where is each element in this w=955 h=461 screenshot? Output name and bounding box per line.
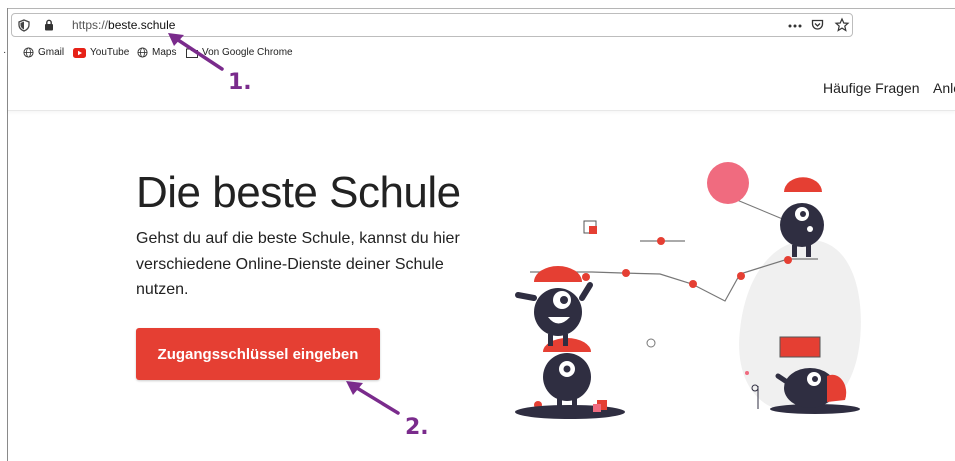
site-header: Häufige Fragen Anle bbox=[8, 64, 955, 111]
enter-access-key-button[interactable]: Zugangsschlüssel eingeben bbox=[136, 328, 380, 380]
balloon-string bbox=[736, 199, 786, 221]
page-actions-icon[interactable] bbox=[788, 24, 802, 28]
tracking-shield-icon[interactable] bbox=[18, 19, 30, 32]
bookmark-youtube[interactable]: YouTube bbox=[73, 47, 129, 58]
hero-description: Gehst du auf die beste Schule, kannst du… bbox=[136, 230, 460, 298]
bookmark-star-icon[interactable] bbox=[834, 17, 850, 32]
url-scheme: https:// bbox=[72, 18, 109, 32]
lock-icon[interactable] bbox=[44, 19, 54, 31]
monster-bottom bbox=[543, 338, 607, 412]
balloon bbox=[707, 162, 749, 204]
bookmark-gmail[interactable]: Gmail bbox=[23, 47, 64, 58]
window-top-border bbox=[7, 8, 955, 9]
bookmark-overflow[interactable]: · bbox=[3, 47, 6, 58]
nav-cut-link[interactable]: Anle bbox=[933, 80, 955, 96]
bookmark-edge-icon: · bbox=[3, 47, 7, 58]
annotation-arrow-2 bbox=[346, 381, 400, 415]
youtube-icon bbox=[73, 47, 86, 58]
illustration-square-fill bbox=[589, 226, 597, 234]
bookmark-label: YouTube bbox=[90, 47, 130, 58]
illustration-small-ring bbox=[646, 338, 656, 348]
annotation-arrow-1 bbox=[168, 33, 224, 71]
ground-shadow-left bbox=[515, 405, 625, 419]
nav-faq-link[interactable]: Häufige Fragen bbox=[823, 80, 920, 96]
address-bar[interactable]: https://beste.schule bbox=[11, 13, 853, 37]
bookmarks-bar: · Gmail YouTube Maps Von Google Chrome bbox=[0, 44, 955, 64]
monster-top bbox=[515, 266, 593, 346]
annotation-label-1: 1. bbox=[228, 70, 252, 95]
annotation-label-2: 2. bbox=[405, 415, 429, 440]
hero-illustration bbox=[515, 162, 861, 419]
illustration-sign bbox=[779, 336, 821, 358]
bookmark-label: Gmail bbox=[38, 47, 65, 58]
globe-icon bbox=[23, 47, 34, 58]
hero-title: Die beste Schule bbox=[136, 168, 461, 217]
pocket-icon[interactable] bbox=[811, 19, 824, 31]
globe-icon bbox=[137, 47, 148, 58]
